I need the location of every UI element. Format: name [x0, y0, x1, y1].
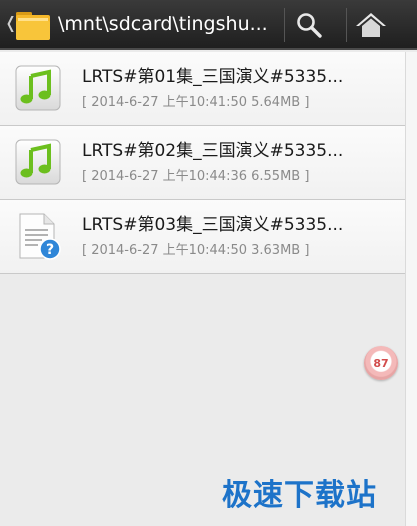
- file-name: LRTS#第02集_三国演义#5335...: [82, 141, 344, 161]
- file-meta: [ 2014-6-27 上午10:44:50 3.63MB ]: [82, 243, 310, 258]
- music-file-icon: [15, 65, 61, 111]
- folder-app-icon[interactable]: [14, 6, 52, 42]
- file-row[interactable]: LRTS#第02集_三国演义#5335... [ 2014-6-27 上午10:…: [0, 126, 417, 200]
- svg-text:?: ?: [46, 242, 54, 258]
- scroll-track: [405, 52, 417, 526]
- action-bar: ❬ \mnt\sdcard\tingshu...: [0, 0, 417, 50]
- file-list: LRTS#第01集_三国演义#5335... [ 2014-6-27 上午10:…: [0, 52, 417, 274]
- floating-counter-badge[interactable]: 87: [364, 346, 398, 380]
- search-icon: [297, 13, 322, 38]
- music-file-icon: [15, 139, 61, 185]
- home-button[interactable]: [346, 4, 396, 46]
- file-meta: [ 2014-6-27 上午10:41:50 5.64MB ]: [82, 95, 310, 110]
- file-row[interactable]: LRTS#第01集_三国演义#5335... [ 2014-6-27 上午10:…: [0, 52, 417, 126]
- file-row[interactable]: ? LRTS#第03集_三国演义#5335... [ 2014-6-27 上午1…: [0, 200, 417, 274]
- watermark: 极速下载站: [222, 478, 377, 513]
- file-name: LRTS#第01集_三国演义#5335...: [82, 67, 344, 87]
- home-icon: [356, 13, 386, 37]
- current-path: \mnt\sdcard\tingshu...: [58, 13, 268, 35]
- file-meta: [ 2014-6-27 上午10:44:36 6.55MB ]: [82, 169, 310, 184]
- unknown-file-icon: ?: [19, 213, 61, 260]
- file-name: LRTS#第03集_三国演义#5335...: [82, 215, 344, 235]
- search-button[interactable]: [284, 4, 334, 46]
- badge-count: 87: [373, 356, 389, 370]
